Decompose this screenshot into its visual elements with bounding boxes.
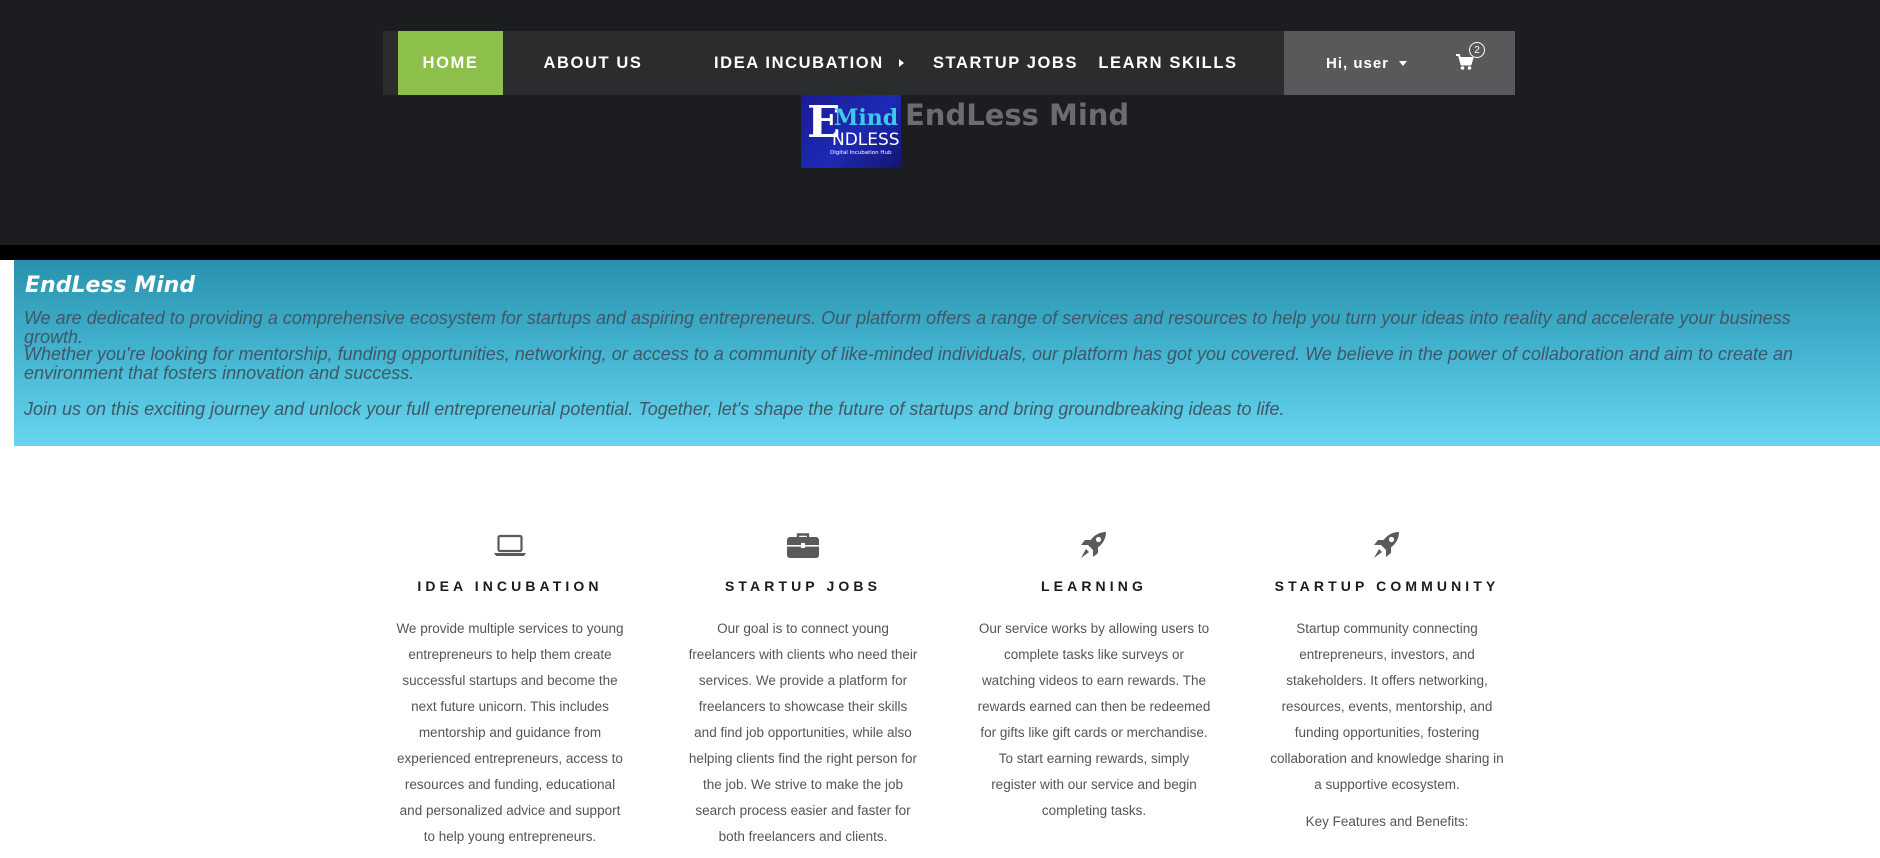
user-greeting: Hi, user: [1326, 54, 1390, 72]
laptop-icon: [494, 534, 526, 556]
feature-startup-jobs: STARTUP JOBS Our goal is to connect youn…: [686, 530, 920, 850]
logo-ndless: NDLESS: [832, 130, 900, 150]
logo-mind: Mind: [834, 105, 898, 131]
about-section: EndLess Mind We are dedicated to providi…: [14, 260, 1880, 446]
nav-home[interactable]: HOME: [398, 31, 503, 95]
rocket-icon: [1081, 532, 1106, 558]
logo-tagline: Digital Incubation Hub: [830, 150, 892, 156]
feature-learning: LEARNING Our service works by allowing u…: [977, 530, 1211, 824]
nav-idea-incubation-label: IDEA INCUBATION: [714, 53, 884, 72]
brand-name: EndLess Mind: [905, 98, 1130, 132]
feature-title: IDEA INCUBATION: [417, 578, 603, 594]
feature-description: Our goal is to connect young freelancers…: [688, 621, 918, 844]
user-area: Hi, user 2: [1284, 31, 1515, 95]
site-header: HOME ABOUT US IDEA INCUBATION STARTUP JO…: [0, 0, 1880, 245]
briefcase-icon: [787, 533, 819, 558]
cart-button[interactable]: 2: [1455, 42, 1485, 72]
feature-key-features-heading: Key Features and Benefits:: [1305, 814, 1469, 829]
feature-title: STARTUP JOBS: [724, 578, 882, 594]
nav-startup-jobs[interactable]: STARTUP JOBS: [913, 31, 1098, 95]
logo-graphic: E Mind NDLESS Digital Incubation Hub: [807, 97, 900, 156]
feature-description: Startup community connecting entrepreneu…: [1270, 621, 1504, 792]
brand-logo[interactable]: E Mind NDLESS Digital Incubation Hub: [801, 95, 901, 168]
nav-idea-incubation[interactable]: IDEA INCUBATION: [683, 31, 913, 95]
feature-description: We provide multiple services to young en…: [396, 621, 624, 844]
feature-description: Our service works by allowing users to c…: [977, 621, 1211, 818]
about-paragraph: Whether you're looking for mentorship, f…: [24, 344, 1794, 383]
cart-count-badge: 2: [1469, 42, 1485, 58]
chevron-right-icon: [899, 59, 904, 67]
feature-idea-incubation: IDEA INCUBATION We provide multiple serv…: [393, 530, 627, 850]
nav-about-us[interactable]: ABOUT US: [503, 31, 683, 95]
about-paragraph: We are dedicated to providing a comprehe…: [24, 308, 1791, 347]
chevron-down-icon: [1399, 60, 1408, 66]
main-navbar: HOME ABOUT US IDEA INCUBATION STARTUP JO…: [383, 31, 1515, 95]
about-paragraph: Join us on this exciting journey and unl…: [24, 399, 1285, 419]
feature-startup-community: STARTUP COMMUNITY Startup community conn…: [1270, 530, 1504, 832]
rocket-icon: [1374, 532, 1399, 558]
nav-learn-skills[interactable]: LEARN SKILLS: [1098, 31, 1238, 95]
about-title: EndLess Mind: [25, 273, 196, 298]
header-divider: [0, 245, 1880, 260]
user-menu-toggle[interactable]: Hi, user: [1326, 54, 1408, 72]
feature-title: LEARNING: [1041, 578, 1147, 594]
feature-title: STARTUP COMMUNITY: [1274, 578, 1500, 594]
